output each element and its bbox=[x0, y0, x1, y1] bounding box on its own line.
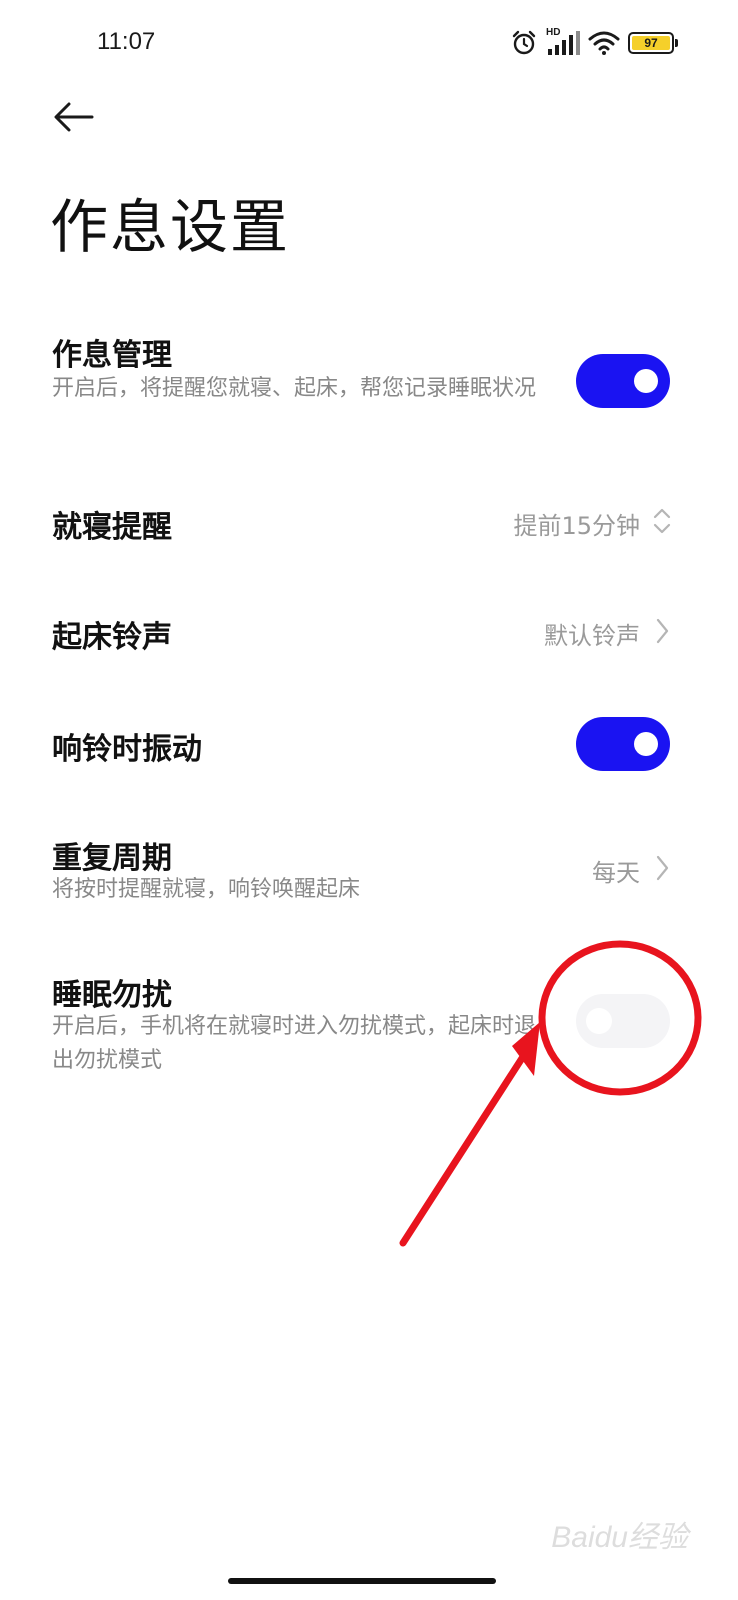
setting-routine-management[interactable]: 作息管理 开启后，将提醒您就寝、起床，帮您记录睡眠状况 bbox=[0, 320, 738, 450]
status-bar: 11:07 HD 97 bbox=[0, 0, 738, 86]
sleep-dnd-toggle[interactable] bbox=[576, 994, 670, 1048]
setting-bedtime-reminder[interactable]: 就寝提醒 提前15分钟 bbox=[0, 490, 738, 560]
setting-subtitle: 开启后，手机将在就寝时进入勿扰模式，起床时退出勿扰模式 bbox=[52, 1014, 537, 1073]
setting-wake-ringtone[interactable]: 起床铃声 默认铃声 bbox=[0, 600, 738, 670]
battery-tip bbox=[675, 39, 678, 47]
battery-icon: 97 bbox=[628, 32, 678, 54]
setting-title: 睡眠勿扰 bbox=[52, 978, 172, 1013]
watermark: Baidu经验 bbox=[551, 1521, 688, 1554]
toggle-knob bbox=[634, 732, 658, 756]
chevron-up-down-icon bbox=[652, 506, 672, 536]
setting-title: 作息管理 bbox=[52, 338, 172, 373]
setting-subtitle: 开启后，将提醒您就寝、起床，帮您记录睡眠状况 bbox=[52, 376, 537, 401]
battery-level: 97 bbox=[632, 36, 670, 50]
toggle-knob bbox=[586, 1008, 612, 1034]
setting-sleep-dnd[interactable]: 睡眠勿扰 开启后，手机将在就寝时进入勿扰模式，起床时退出勿扰模式 bbox=[0, 960, 738, 1090]
hd-signal-icon: HD bbox=[546, 27, 580, 57]
vibrate-on-ring-toggle[interactable] bbox=[576, 717, 670, 771]
toggle-knob bbox=[634, 369, 658, 393]
setting-title: 起床铃声 bbox=[52, 620, 172, 655]
wake-ringtone-value: 默认铃声 bbox=[544, 622, 640, 650]
page-title: 作息设置 bbox=[50, 193, 291, 261]
setting-subtitle: 将按时提醒就寝，响铃唤醒起床 bbox=[52, 877, 361, 902]
alarm-icon bbox=[510, 29, 538, 57]
setting-title: 响铃时振动 bbox=[52, 732, 202, 767]
setting-repeat-cycle[interactable]: 重复周期 将按时提醒就寝，响铃唤醒起床 每天 bbox=[0, 825, 738, 915]
back-arrow-icon bbox=[52, 100, 96, 138]
back-button[interactable] bbox=[46, 96, 102, 142]
bedtime-reminder-value: 提前15分钟 bbox=[513, 512, 640, 540]
home-indicator[interactable] bbox=[228, 1578, 496, 1584]
repeat-cycle-value: 每天 bbox=[592, 859, 640, 887]
setting-title: 就寝提醒 bbox=[52, 510, 172, 545]
chevron-right-icon bbox=[652, 616, 672, 646]
status-time: 11:07 bbox=[97, 28, 156, 55]
chevron-right-icon bbox=[652, 853, 672, 883]
wifi-icon bbox=[588, 30, 620, 56]
status-icons: HD 97 bbox=[510, 26, 678, 60]
routine-management-toggle[interactable] bbox=[576, 354, 670, 408]
setting-vibrate-on-ring[interactable]: 响铃时振动 bbox=[0, 710, 738, 780]
setting-title: 重复周期 bbox=[52, 841, 172, 876]
